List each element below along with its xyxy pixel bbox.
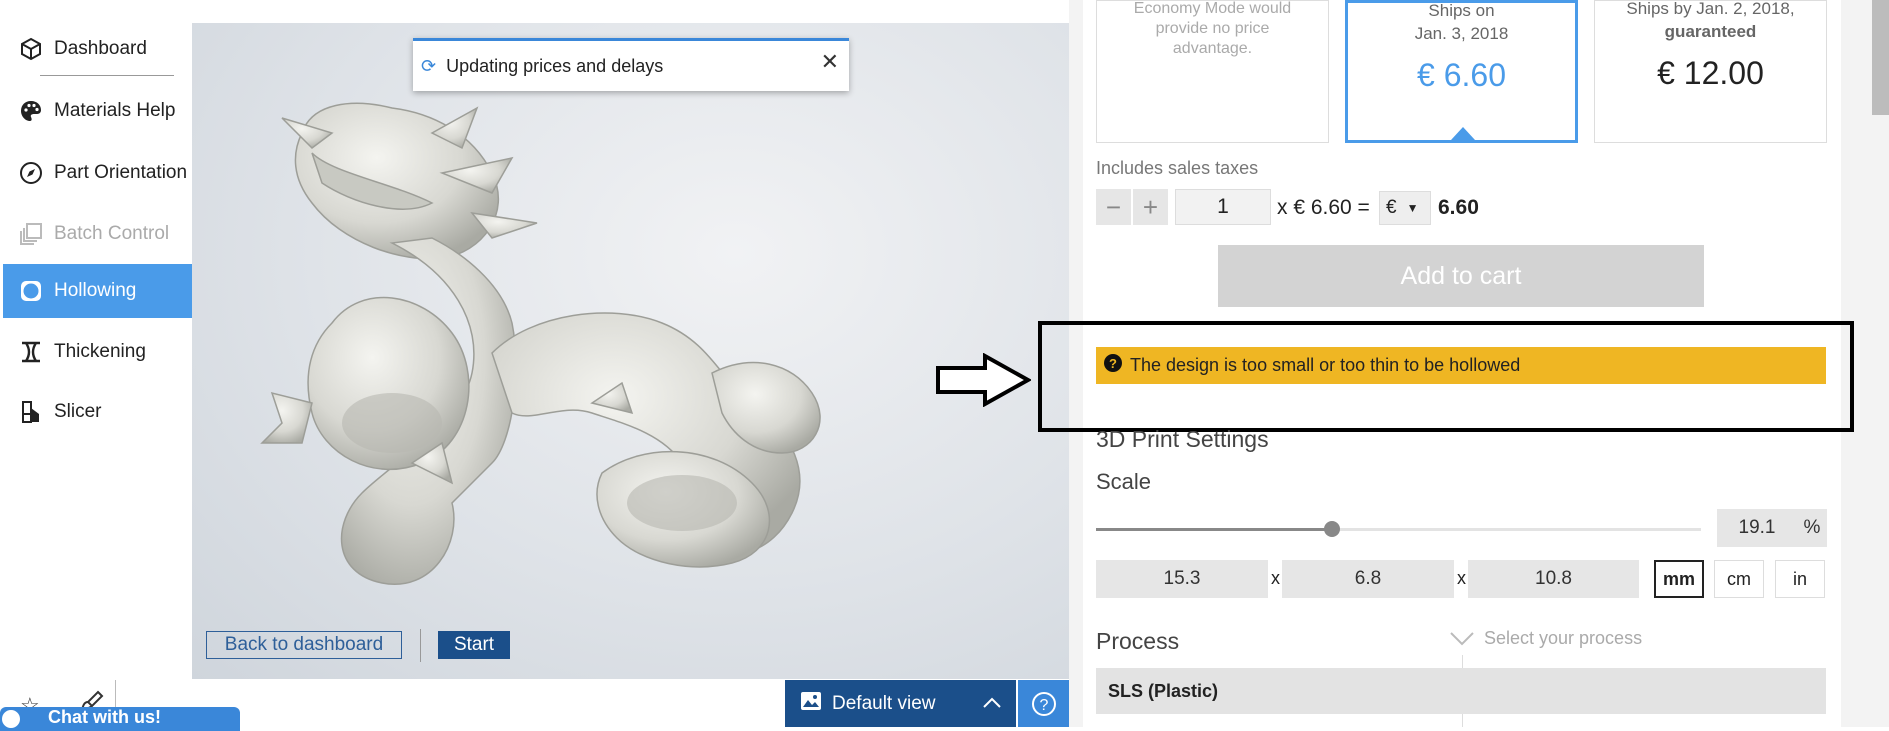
sidebar-item-materials-help[interactable]: Materials Help [3, 84, 192, 138]
dragon-model[interactable] [192, 23, 1069, 679]
sidebar-item-label: Part Orientation [54, 162, 188, 183]
ship-line2: guaranteed [1664, 22, 1757, 41]
close-icon[interactable]: ✕ [821, 49, 839, 75]
slicer-icon [18, 399, 44, 425]
process-select[interactable]: Select your process [1450, 628, 1642, 649]
unit-in-button[interactable]: in [1775, 560, 1825, 598]
decrement-button[interactable]: − [1096, 189, 1131, 225]
ship-line2: Jan. 3, 2018 [1414, 24, 1509, 43]
taxes-note: Includes sales taxes [1096, 158, 1259, 178]
view-label: Default view [832, 692, 936, 714]
view-selector[interactable]: Default view [785, 680, 1016, 727]
chevron-down-icon: ▼ [1406, 201, 1419, 215]
ship-line1: Ships on [1428, 1, 1495, 20]
process-placeholder: Select your process [1484, 628, 1643, 648]
divider [420, 629, 421, 662]
ship-line1: Ships by Jan. 2, 2018, [1626, 0, 1795, 18]
compass-icon [18, 160, 44, 186]
sidebar-divider [40, 75, 174, 76]
process-label: Process [1096, 628, 1180, 654]
selected-caret-icon [1451, 127, 1475, 140]
scrollbar-thumb[interactable] [1872, 0, 1889, 115]
process-option-label: SLS (Plastic) [1108, 680, 1219, 701]
price-card-standard[interactable]: Ships on Jan. 3, 2018 € 6.60 [1345, 0, 1578, 143]
quantity-input[interactable]: 1 [1175, 189, 1271, 225]
svg-text:?: ? [1039, 697, 1048, 714]
scale-label: Scale [1096, 469, 1152, 494]
slider-handle[interactable] [1323, 521, 1340, 537]
cube-icon [18, 36, 44, 62]
sidebar-item-part-orientation[interactable]: Part Orientation [3, 146, 192, 200]
sidebar-item-batch-control[interactable]: Batch Control [3, 207, 192, 261]
process-option-sls[interactable]: SLS (Plastic) [1096, 668, 1826, 714]
image-icon [800, 691, 822, 717]
unit-price: x € 6.60 = [1277, 196, 1370, 219]
dim-x-input[interactable]: 15.3 [1096, 560, 1268, 598]
refresh-icon: ⟳ [421, 55, 437, 76]
times-sign: x [1457, 568, 1466, 588]
start-button[interactable]: Start [438, 631, 510, 659]
palette-icon [18, 98, 44, 124]
settings-title: 3D Print Settings [1096, 426, 1269, 452]
highlight-box [1038, 321, 1854, 432]
sidebar: Dashboard Materials Help Part Orientatio… [0, 0, 192, 727]
sidebar-item-label: Dashboard [54, 38, 147, 59]
dim-z-input[interactable]: 10.8 [1468, 560, 1639, 598]
layers-icon [18, 221, 44, 247]
dim-y-input[interactable]: 6.8 [1282, 560, 1454, 598]
unit-mm-button[interactable]: mm [1654, 560, 1704, 598]
sidebar-item-dashboard[interactable]: Dashboard [3, 22, 192, 76]
price: € 6.60 [1417, 57, 1506, 93]
price-card-express[interactable]: Ships by Jan. 2, 2018, guaranteed € 12.0… [1594, 0, 1827, 143]
help-button[interactable]: ? [1018, 680, 1069, 727]
price-card-economy: Economy Mode would provide no price adva… [1096, 0, 1329, 143]
toast-text: Updating prices and delays [446, 55, 664, 76]
total-price: 6.60 [1438, 196, 1479, 219]
sidebar-item-label: Slicer [54, 401, 102, 422]
price: € 12.00 [1657, 55, 1764, 91]
times-sign: x [1271, 568, 1280, 588]
status-toast: ⟳ Updating prices and delays ✕ [413, 38, 849, 91]
chat-label: Chat with us! [48, 707, 161, 727]
circle-icon [18, 278, 44, 304]
question-icon: ? [1031, 691, 1056, 716]
unit-cm-button[interactable]: cm [1714, 560, 1764, 598]
arrow-right-icon [936, 353, 1031, 407]
scale-slider[interactable] [1096, 521, 1701, 537]
currency-value: € [1386, 197, 1397, 218]
sidebar-item-thickening[interactable]: Thickening [3, 325, 192, 379]
sidebar-item-slicer[interactable]: Slicer [3, 385, 192, 439]
sidebar-item-label: Batch Control [54, 223, 170, 244]
currency-select[interactable]: € ▼ [1379, 191, 1431, 225]
chevron-up-icon[interactable] [982, 693, 1002, 715]
model-viewer[interactable] [192, 23, 1069, 679]
back-to-dashboard-button[interactable]: Back to dashboard [206, 631, 402, 659]
scale-input[interactable]: 19.1 [1717, 509, 1797, 547]
scale-unit: % [1797, 509, 1827, 547]
chat-widget[interactable]: Chat with us! [0, 707, 240, 731]
divider [115, 680, 116, 710]
chevron-down-icon [1450, 631, 1474, 645]
scrollbar[interactable] [1866, 0, 1889, 727]
sidebar-item-label: Hollowing [54, 280, 137, 301]
sidebar-item-label: Thickening [54, 341, 146, 362]
add-to-cart-button[interactable]: Add to cart [1218, 245, 1704, 307]
sidebar-item-label: Materials Help [54, 100, 176, 121]
sidebar-item-hollowing[interactable]: Hollowing [3, 264, 192, 318]
increment-button[interactable]: + [1133, 189, 1168, 225]
thickening-icon [18, 339, 44, 365]
